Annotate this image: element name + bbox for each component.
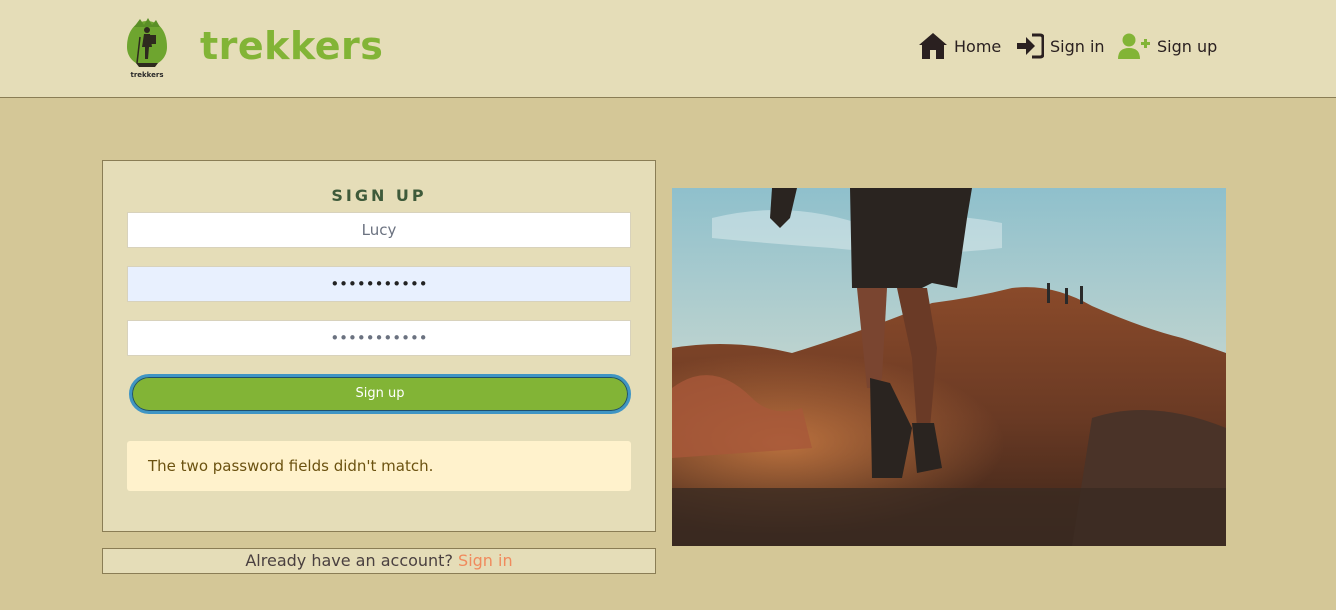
signin-prompt: Already have an account? Sign in bbox=[102, 548, 656, 574]
password-confirm-input[interactable]: ••••••••••• bbox=[127, 320, 631, 356]
user-plus-icon bbox=[1118, 33, 1150, 59]
nav-signup-link[interactable]: Sign up bbox=[1117, 31, 1217, 61]
brand-name[interactable]: trekkers bbox=[200, 24, 383, 68]
nav-signin-link[interactable]: Sign in bbox=[1016, 31, 1105, 61]
signup-submit-button[interactable]: Sign up bbox=[129, 374, 631, 414]
nav-home-label: Home bbox=[954, 36, 1002, 56]
sign-in-icon bbox=[1017, 33, 1044, 59]
brand-logo[interactable]: trekkers bbox=[122, 17, 172, 81]
password-mismatch-alert: The two password fields didn't match. bbox=[127, 441, 631, 491]
password-input[interactable]: ••••••••••• bbox=[127, 266, 631, 302]
home-icon bbox=[919, 33, 947, 59]
top-navbar: trekkers trekkers Home Sign in Sign up bbox=[0, 0, 1336, 98]
signin-prompt-text: Already have an account? bbox=[245, 551, 453, 570]
logo-caption: trekkers bbox=[130, 71, 164, 79]
username-input[interactable] bbox=[127, 212, 631, 248]
nav-home-link[interactable]: Home bbox=[918, 31, 1001, 61]
signup-card: SIGN UP ••••••••••• ••••••••••• Sign up … bbox=[102, 160, 656, 532]
signin-link[interactable]: Sign in bbox=[458, 551, 513, 570]
nav-signin-label: Sign in bbox=[1050, 36, 1105, 56]
hiker-photo bbox=[672, 188, 1226, 546]
hiker-logo-icon bbox=[127, 18, 167, 67]
signup-title: SIGN UP bbox=[331, 186, 427, 205]
nav-signup-label: Sign up bbox=[1157, 36, 1218, 56]
